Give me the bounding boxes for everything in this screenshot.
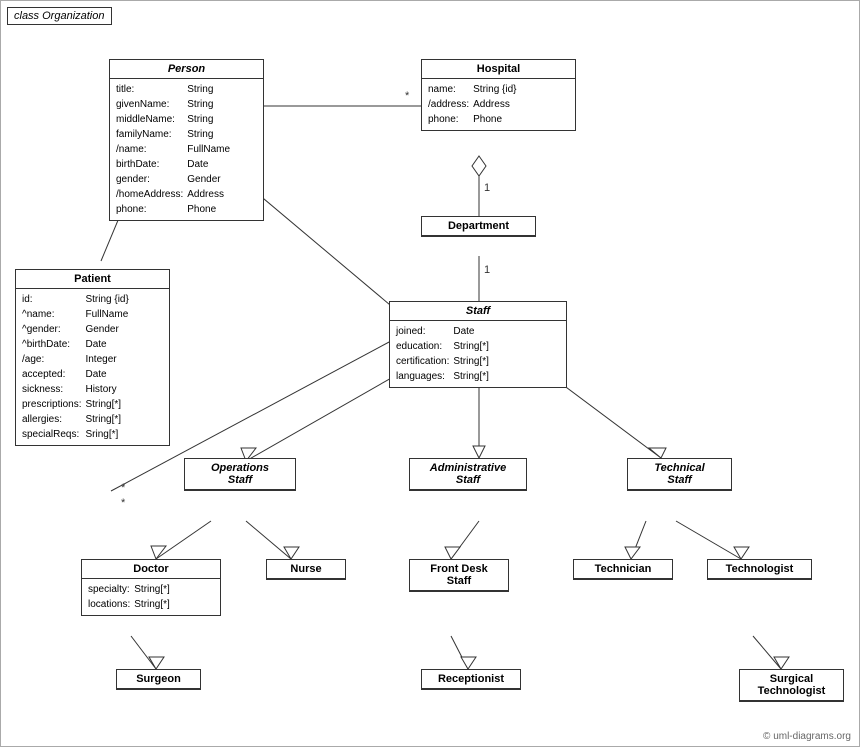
class-technologist: Technologist	[707, 559, 812, 580]
class-technologist-title: Technologist	[708, 560, 811, 579]
class-receptionist-title: Receptionist	[422, 670, 520, 689]
class-surgical-technologist: SurgicalTechnologist	[739, 669, 844, 702]
class-doctor-title: Doctor	[82, 560, 220, 579]
svg-text:1: 1	[484, 264, 490, 276]
class-surgical-technologist-title: SurgicalTechnologist	[740, 670, 843, 701]
diagram-title: class Organization	[7, 7, 112, 25]
class-operations-staff-title: OperationsStaff	[185, 459, 295, 490]
class-person-title: Person	[110, 60, 263, 79]
copyright: © uml-diagrams.org	[763, 731, 851, 742]
class-person: Person title:String givenName:String mid…	[109, 59, 264, 221]
class-nurse: Nurse	[266, 559, 346, 580]
class-receptionist: Receptionist	[421, 669, 521, 690]
class-patient: Patient id:String {id} ^name:FullName ^g…	[15, 269, 170, 446]
class-department: Department	[421, 216, 536, 237]
class-operations-staff: OperationsStaff	[184, 458, 296, 491]
uml-diagram: class Organization * * 1 * 1 *	[0, 0, 860, 747]
class-staff-body: joined:Date education:String[*] certific…	[390, 321, 566, 387]
class-hospital-title: Hospital	[422, 60, 575, 79]
class-person-body: title:String givenName:String middleName…	[110, 79, 263, 220]
svg-text:*: *	[121, 497, 126, 509]
class-technical-staff: TechnicalStaff	[627, 458, 732, 491]
svg-text:*: *	[121, 482, 126, 494]
class-department-title: Department	[422, 217, 535, 236]
class-front-desk-staff: Front DeskStaff	[409, 559, 509, 592]
class-hospital-body: name:String {id} /address:Address phone:…	[422, 79, 575, 130]
class-front-desk-staff-title: Front DeskStaff	[410, 560, 508, 591]
svg-text:*: *	[405, 90, 410, 102]
svg-text:1: 1	[484, 182, 490, 194]
class-doctor: Doctor specialty:String[*] locations:Str…	[81, 559, 221, 616]
class-surgeon-title: Surgeon	[117, 670, 200, 689]
class-administrative-staff-title: AdministrativeStaff	[410, 459, 526, 490]
class-technical-staff-title: TechnicalStaff	[628, 459, 731, 490]
class-technician-title: Technician	[574, 560, 672, 579]
class-surgeon: Surgeon	[116, 669, 201, 690]
class-administrative-staff: AdministrativeStaff	[409, 458, 527, 491]
class-technician: Technician	[573, 559, 673, 580]
class-staff-title: Staff	[390, 302, 566, 321]
class-patient-body: id:String {id} ^name:FullName ^gender:Ge…	[16, 289, 169, 445]
class-nurse-title: Nurse	[267, 560, 345, 579]
class-hospital: Hospital name:String {id} /address:Addre…	[421, 59, 576, 131]
class-patient-title: Patient	[16, 270, 169, 289]
class-doctor-body: specialty:String[*] locations:String[*]	[82, 579, 220, 615]
class-staff: Staff joined:Date education:String[*] ce…	[389, 301, 567, 388]
